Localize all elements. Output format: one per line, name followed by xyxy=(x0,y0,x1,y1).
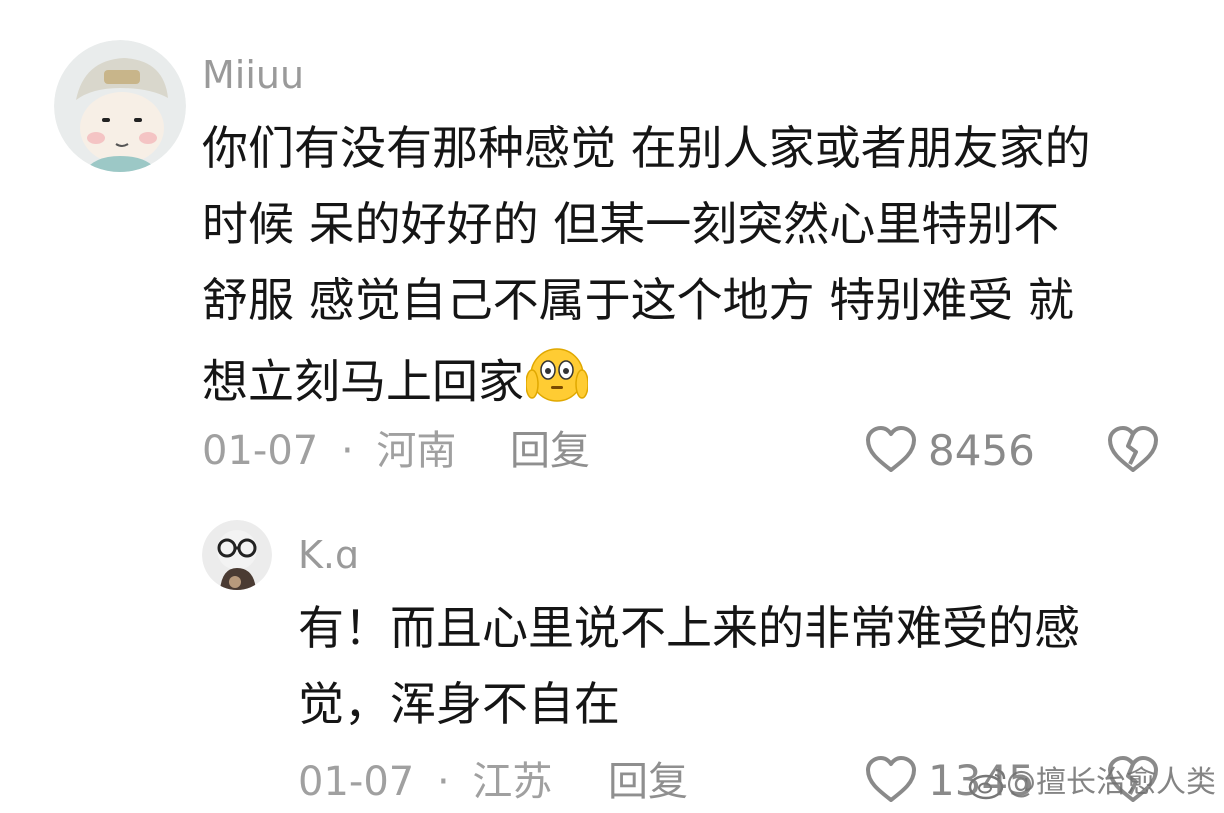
flushed-face-emoji-icon xyxy=(525,344,589,418)
date-text: 01-07 xyxy=(298,759,415,805)
username[interactable]: K.ɑ xyxy=(298,536,359,574)
comment-date: 01-07 · 河南 xyxy=(202,431,456,471)
separator: · xyxy=(436,759,450,805)
weibo-logo-icon xyxy=(968,766,1008,804)
reply-button[interactable]: 回复 xyxy=(510,431,590,471)
comment-line: 觉，浑身不自在 xyxy=(298,677,620,731)
heart-outline-icon[interactable] xyxy=(864,424,918,474)
heart-outline-icon[interactable] xyxy=(864,754,918,804)
reply-button[interactable]: 回复 xyxy=(608,762,688,802)
comment-text: 有！而且心里说不上来的非常难受的感 觉，浑身不自在 xyxy=(298,600,1080,732)
avatar[interactable] xyxy=(202,520,272,590)
separator: · xyxy=(340,428,354,474)
location-text: 江苏 xyxy=(472,759,553,805)
comment-date: 01-07 · 江苏 xyxy=(298,762,552,802)
comment-line: 舒服 感觉自己不属于这个地方 特别难受 就 xyxy=(202,273,1074,327)
broken-heart-icon[interactable] xyxy=(1106,424,1160,474)
watermark-text: @擅长治愈人类 xyxy=(1006,765,1216,800)
comment-line-last: 想立刻马上回家 xyxy=(202,348,1091,422)
username[interactable]: Miiuu xyxy=(202,56,304,94)
comment-line-text: 想立刻马上回家 xyxy=(202,354,524,409)
location-text: 河南 xyxy=(376,428,457,474)
comment-line: 时候 呆的好好的 但某一刻突然心里特别不 xyxy=(202,197,1060,251)
comment-line: 你们有没有那种感觉 在别人家或者朋友家的 xyxy=(202,121,1091,175)
date-text: 01-07 xyxy=(202,428,319,474)
like-count: 8456 xyxy=(928,426,1035,475)
comment-line: 有！而且心里说不上来的非常难受的感 xyxy=(298,601,1080,655)
avatar[interactable] xyxy=(54,40,186,172)
comment-text: 你们有没有那种感觉 在别人家或者朋友家的 时候 呆的好好的 但某一刻突然心里特别… xyxy=(202,120,1091,422)
